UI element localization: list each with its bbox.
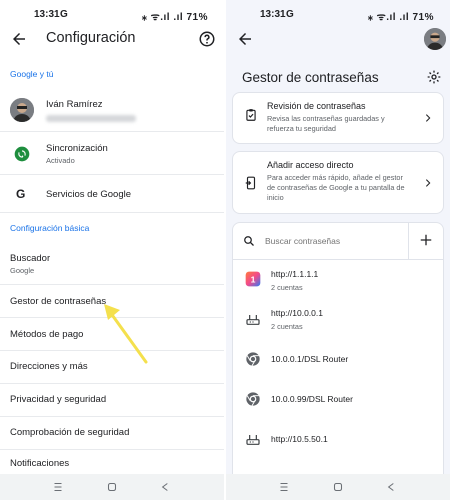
back-arrow-icon[interactable] bbox=[236, 30, 254, 48]
settings-item-notifications[interactable]: Notificaciones bbox=[0, 450, 224, 474]
account-row[interactable]: Iván Ramírez bbox=[0, 90, 224, 130]
page-title: Configuración bbox=[46, 30, 136, 46]
status-bar: 13:31 G ⁎ ᯤ.ıl .ıl 71% bbox=[0, 0, 224, 28]
divider bbox=[0, 174, 224, 175]
status-time: 13:31 bbox=[34, 9, 60, 20]
search-engine-value: Google bbox=[10, 266, 35, 275]
search-engine-row[interactable]: Buscador Google bbox=[0, 246, 224, 282]
entry-site: 10.0.0.1/DSL Router bbox=[271, 354, 349, 364]
avatar bbox=[10, 98, 34, 122]
entry-site: http://1.1.1.1 bbox=[271, 269, 319, 279]
chevron-right-icon bbox=[425, 114, 431, 122]
review-description: Revisa las contraseñas guardadas y refue… bbox=[267, 114, 385, 133]
status-icons: ⁎ ᯤ.ıl .ıl 71% bbox=[367, 12, 434, 23]
home-icon[interactable] bbox=[331, 480, 345, 494]
system-nav-bar bbox=[226, 474, 450, 500]
divider bbox=[0, 131, 224, 132]
search-icon bbox=[244, 236, 254, 246]
section-label-basic: Configuración básica bbox=[10, 223, 90, 233]
settings-item-label: Privacidad y seguridad bbox=[10, 394, 107, 405]
settings-item-label: Direcciones y más bbox=[10, 361, 88, 372]
avatar[interactable] bbox=[424, 28, 446, 50]
section-label-google: Google y tú bbox=[10, 69, 54, 79]
gear-icon[interactable] bbox=[426, 69, 442, 85]
google-services-label: Servicios de Google bbox=[46, 189, 132, 200]
settings-item-payment[interactable]: Métodos de pago bbox=[0, 318, 224, 350]
home-icon[interactable] bbox=[105, 480, 119, 494]
settings-app-bar: Configuración bbox=[0, 28, 224, 52]
svg-text:1: 1 bbox=[251, 274, 256, 284]
password-entry[interactable]: 1 http://1.1.1.1 2 cuentas bbox=[233, 262, 443, 298]
password-entry[interactable]: 10.0.0.1/DSL Router bbox=[233, 341, 443, 377]
settings-item-label: Métodos de pago bbox=[10, 329, 84, 340]
status-icons: ⁎ ᯤ.ıl .ıl 71% bbox=[141, 12, 208, 23]
add-password-button[interactable] bbox=[419, 233, 433, 247]
sync-label: Sincronización bbox=[46, 143, 108, 154]
settings-item-safety-check[interactable]: Comprobación de seguridad bbox=[0, 417, 224, 449]
password-entry[interactable]: http://10.0.0.1 2 cuentas bbox=[233, 301, 443, 337]
entry-site: 10.0.0.99/DSL Router bbox=[271, 394, 353, 404]
add-to-home-icon bbox=[245, 176, 256, 190]
settings-item-privacy[interactable]: Privacidad y seguridad bbox=[0, 384, 224, 416]
settings-item-label: Comprobación de seguridad bbox=[10, 427, 130, 438]
password-manager-screen: 13:31 G ⁎ ᯤ.ıl .ıl 71% Gestor de contras… bbox=[226, 0, 450, 500]
password-manager-app-bar bbox=[226, 28, 450, 52]
system-nav-bar bbox=[0, 474, 224, 500]
shortcut-description: Para acceder más rápido, añade el gestor… bbox=[267, 173, 405, 202]
sync-row[interactable]: Sincronización Activado bbox=[0, 137, 224, 173]
search-engine-label: Buscador bbox=[10, 253, 51, 264]
chrome-icon bbox=[246, 352, 260, 367]
divider bbox=[233, 259, 443, 260]
settings-item-addresses[interactable]: Direcciones y más bbox=[0, 351, 224, 383]
divider bbox=[0, 212, 224, 213]
google-services-row[interactable]: G Servicios de Google bbox=[0, 178, 224, 210]
recent-apps-icon[interactable] bbox=[51, 480, 65, 494]
google-g-icon: G bbox=[16, 187, 26, 201]
password-review-card[interactable]: Revisión de contraseñas Revisa las contr… bbox=[232, 92, 444, 144]
account-email-redacted bbox=[46, 115, 136, 122]
help-icon[interactable] bbox=[198, 30, 216, 48]
review-title: Revisión de contraseñas bbox=[267, 101, 366, 111]
password-search[interactable] bbox=[233, 223, 409, 259]
entry-site: http://10.5.50.1 bbox=[271, 434, 328, 444]
google-status-icon: G bbox=[286, 9, 294, 20]
sync-status: Activado bbox=[46, 156, 75, 165]
router-icon bbox=[246, 315, 260, 325]
password-entry[interactable]: http://10.5.50.1 bbox=[233, 421, 443, 457]
search-input[interactable] bbox=[265, 232, 405, 250]
status-bar: 13:31 G ⁎ ᯤ.ıl .ıl 71% bbox=[226, 0, 450, 28]
clipboard-check-icon bbox=[246, 109, 256, 121]
recent-apps-icon[interactable] bbox=[277, 480, 291, 494]
page-title: Gestor de contraseñas bbox=[242, 70, 379, 85]
add-shortcut-card[interactable]: Añadir acceso directo Para acceder más r… bbox=[232, 151, 444, 214]
back-arrow-icon[interactable] bbox=[10, 30, 28, 48]
back-nav-icon[interactable] bbox=[384, 480, 398, 494]
settings-screen: 13:31 G ⁎ ᯤ.ıl .ıl 71% Configuración Goo… bbox=[0, 0, 224, 500]
chevron-right-icon bbox=[425, 179, 431, 187]
account-name: Iván Ramírez bbox=[46, 99, 103, 110]
settings-item-label: Notificaciones bbox=[10, 458, 70, 469]
status-time: 13:31 bbox=[260, 9, 286, 20]
chrome-icon bbox=[246, 392, 260, 407]
settings-item-passwords[interactable]: Gestor de contraseñas bbox=[0, 285, 224, 317]
entry-count: 2 cuentas bbox=[271, 283, 303, 292]
password-entry[interactable]: 10.0.0.99/DSL Router bbox=[233, 381, 443, 417]
router-icon bbox=[246, 435, 260, 445]
entry-site: http://10.0.0.1 bbox=[271, 308, 323, 318]
entry-count: 2 cuentas bbox=[271, 322, 303, 331]
passwords-list: 1 http://1.1.1.1 2 cuentas http://10.0.0… bbox=[232, 222, 444, 482]
divider bbox=[408, 223, 409, 259]
settings-item-label: Gestor de contraseñas bbox=[10, 296, 107, 307]
sync-icon bbox=[14, 146, 30, 162]
back-nav-icon[interactable] bbox=[158, 480, 172, 494]
google-status-icon: G bbox=[60, 9, 68, 20]
shortcut-title: Añadir acceso directo bbox=[267, 160, 354, 170]
app-icon: 1 bbox=[245, 271, 261, 287]
